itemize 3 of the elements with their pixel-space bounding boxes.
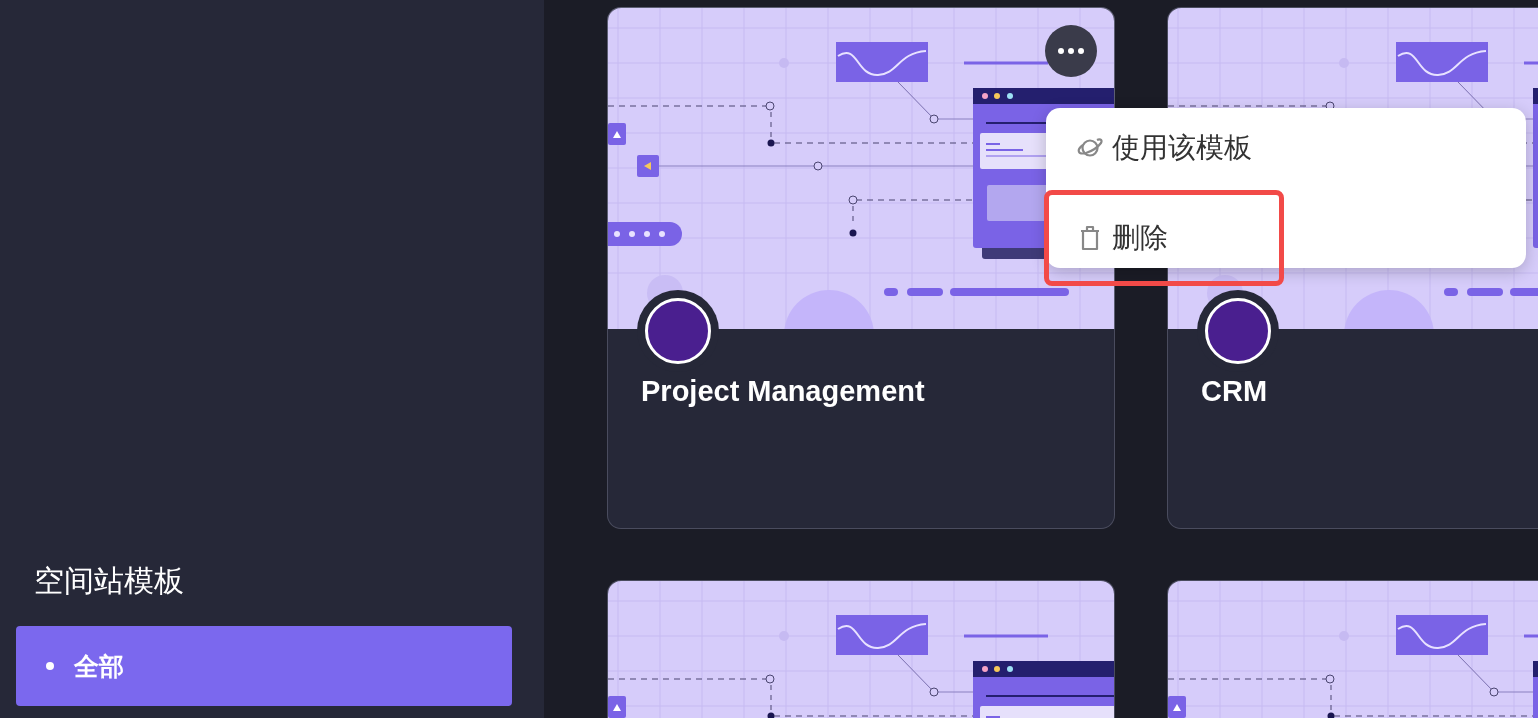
card-title: Project Management bbox=[641, 375, 925, 408]
sidebar-title: 空间站模板 bbox=[33, 563, 185, 599]
card-title: CRM bbox=[1201, 375, 1268, 408]
